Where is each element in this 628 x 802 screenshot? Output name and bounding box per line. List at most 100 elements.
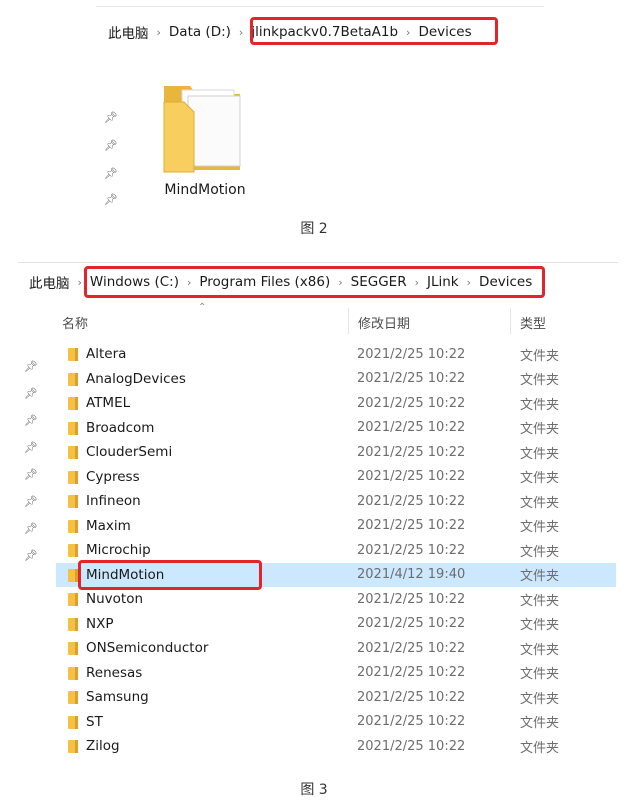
- file-type: 文件夹: [520, 471, 560, 487]
- column-divider[interactable]: [348, 308, 349, 334]
- folder-icon: [68, 372, 78, 386]
- file-type: 文件夹: [520, 642, 560, 658]
- fig3-top-border: [18, 262, 618, 263]
- file-name[interactable]: Zilog: [86, 738, 120, 754]
- modified-date: 2021/2/25 10:22: [357, 518, 466, 534]
- file-name[interactable]: Cypress: [86, 469, 140, 485]
- folder-icon: [68, 666, 78, 680]
- file-name[interactable]: Altera: [86, 346, 126, 362]
- file-type: 文件夹: [520, 520, 560, 536]
- modified-date: 2021/2/25 10:22: [357, 395, 466, 411]
- pin-icon[interactable]: 📌︎: [24, 469, 38, 480]
- file-name[interactable]: Microchip: [86, 542, 151, 558]
- folder-label[interactable]: MindMotion: [150, 182, 260, 198]
- column-header-type[interactable]: 类型: [520, 313, 546, 332]
- folder-icon: [68, 544, 78, 557]
- table-row[interactable]: ONSemiconductor 2021/2/25 10:22 文件夹: [56, 636, 616, 661]
- file-type: 文件夹: [520, 593, 560, 609]
- modified-date: 2021/4/12 19:40: [357, 567, 466, 583]
- table-row[interactable]: Zilog 2021/2/25 10:22 文件夹: [56, 734, 616, 759]
- sort-ascending-icon[interactable]: ⌃: [198, 302, 206, 313]
- red-highlight-box: [84, 266, 545, 298]
- file-type: 文件夹: [520, 691, 560, 707]
- pin-icon[interactable]: 📌︎: [24, 388, 38, 399]
- modified-date: 2021/2/25 10:22: [357, 714, 466, 730]
- pin-icon[interactable]: 📌︎: [24, 496, 38, 507]
- file-name[interactable]: ClouderSemi: [86, 444, 172, 460]
- table-row[interactable]: Microchip 2021/2/25 10:22 文件夹: [56, 538, 616, 563]
- table-row[interactable]: AnalogDevices 2021/2/25 10:22 文件夹: [56, 367, 616, 392]
- table-row[interactable]: Samsung 2021/2/25 10:22 文件夹: [56, 685, 616, 710]
- file-name[interactable]: Maxim: [86, 518, 131, 534]
- pin-icon[interactable]: 📌︎: [104, 194, 118, 205]
- folder-icon: [68, 348, 78, 361]
- table-row[interactable]: Broadcom 2021/2/25 10:22 文件夹: [56, 416, 616, 441]
- modified-date: 2021/2/25 10:22: [357, 542, 466, 558]
- folder-icon: [68, 691, 78, 704]
- column-header-name[interactable]: 名称: [62, 313, 88, 332]
- modified-date: 2021/2/25 10:22: [357, 616, 466, 632]
- file-name[interactable]: NXP: [86, 616, 114, 632]
- figure-caption: 图 3: [300, 782, 328, 798]
- table-row[interactable]: Infineon 2021/2/25 10:22 文件夹: [56, 489, 616, 514]
- file-name[interactable]: AnalogDevices: [86, 371, 186, 387]
- file-name[interactable]: ATMEL: [86, 395, 130, 411]
- file-type: 文件夹: [520, 544, 560, 560]
- file-name[interactable]: Renesas: [86, 665, 142, 681]
- folder-icon[interactable]: [160, 78, 244, 178]
- file-name[interactable]: Nuvoton: [86, 591, 143, 607]
- column-header-date[interactable]: 修改日期: [358, 313, 410, 332]
- red-highlight-box: [250, 17, 498, 45]
- pin-icon[interactable]: 📌︎: [24, 523, 38, 534]
- table-row[interactable]: Maxim 2021/2/25 10:22 文件夹: [56, 514, 616, 539]
- folder-icon: [68, 421, 78, 435]
- folder-icon: [68, 568, 78, 582]
- figure-caption: 图 2: [300, 221, 328, 237]
- file-name[interactable]: ST: [86, 714, 103, 730]
- modified-date: 2021/2/25 10:22: [357, 493, 466, 509]
- modified-date: 2021/2/25 10:22: [357, 469, 466, 485]
- pin-icon[interactable]: 📌︎: [24, 361, 38, 372]
- folder-icon: [68, 642, 78, 655]
- folder-icon: [68, 495, 78, 508]
- file-name[interactable]: Broadcom: [86, 420, 154, 436]
- breadcrumb-item[interactable]: 此电脑: [27, 272, 72, 292]
- modified-date: 2021/2/25 10:22: [357, 665, 466, 681]
- pin-icon[interactable]: 📌︎: [104, 168, 118, 179]
- table-row[interactable]: Altera 2021/2/25 10:22 文件夹: [56, 342, 616, 367]
- table-row[interactable]: Nuvoton 2021/2/25 10:22 文件夹: [56, 587, 616, 612]
- file-type: 文件夹: [520, 446, 560, 462]
- chevron-right-icon[interactable]: ›: [233, 26, 249, 39]
- breadcrumb-item[interactable]: 此电脑: [106, 22, 151, 42]
- file-type: 文件夹: [520, 422, 560, 438]
- modified-date: 2021/2/25 10:22: [357, 591, 466, 607]
- breadcrumb-item[interactable]: Data (D:): [167, 24, 233, 40]
- file-type: 文件夹: [520, 740, 560, 756]
- table-row[interactable]: NXP 2021/2/25 10:22 文件夹: [56, 612, 616, 637]
- pin-icon[interactable]: 📌︎: [24, 442, 38, 453]
- table-row[interactable]: ST 2021/2/25 10:22 文件夹: [56, 710, 616, 735]
- pin-icon[interactable]: 📌︎: [24, 415, 38, 426]
- folder-icon: [68, 740, 78, 753]
- modified-date: 2021/2/25 10:22: [357, 444, 466, 460]
- folder-icon: [68, 593, 78, 606]
- table-row[interactable]: Renesas 2021/2/25 10:22 文件夹: [56, 661, 616, 686]
- chevron-right-icon[interactable]: ›: [151, 26, 167, 39]
- folder-icon: [68, 617, 78, 631]
- table-row[interactable]: ATMEL 2021/2/25 10:22 文件夹: [56, 391, 616, 416]
- file-list: Altera 2021/2/25 10:22 文件夹 AnalogDevices 202…: [56, 342, 616, 759]
- folder-icon: [68, 715, 78, 729]
- folder-icon: [68, 470, 78, 484]
- pin-icon[interactable]: 📌︎: [24, 550, 38, 561]
- file-name[interactable]: Samsung: [86, 689, 149, 705]
- file-type: 文件夹: [520, 618, 560, 634]
- file-type: 文件夹: [520, 716, 560, 732]
- file-name[interactable]: ONSemiconductor: [86, 640, 208, 656]
- file-name[interactable]: Infineon: [86, 493, 141, 509]
- pin-icon[interactable]: 📌︎: [104, 112, 118, 123]
- table-row[interactable]: ClouderSemi 2021/2/25 10:22 文件夹: [56, 440, 616, 465]
- file-type: 文件夹: [520, 373, 560, 389]
- pin-icon[interactable]: 📌︎: [104, 140, 118, 151]
- column-divider[interactable]: [510, 308, 511, 334]
- table-row[interactable]: Cypress 2021/2/25 10:22 文件夹: [56, 465, 616, 490]
